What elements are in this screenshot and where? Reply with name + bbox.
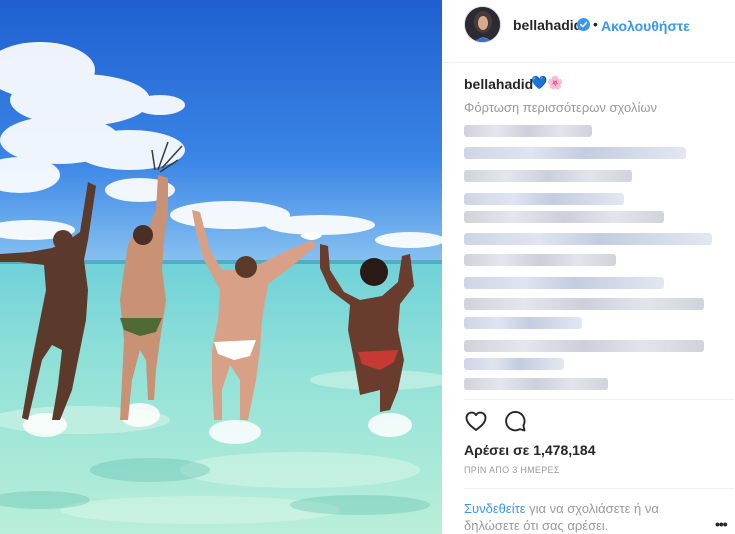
blurred-comment	[464, 254, 616, 266]
caption-text: 💙🌸	[531, 75, 563, 91]
caption-emoji-heart: 💙	[531, 75, 548, 90]
beach-photo-image	[0, 0, 442, 534]
post-photo[interactable]	[0, 0, 442, 534]
login-link[interactable]: Συνδεθείτε	[464, 501, 526, 516]
blurred-comment	[464, 358, 564, 370]
blurred-comment	[464, 125, 592, 137]
load-more-comments-link[interactable]: Φόρτωση περισσότερων σχολίων	[464, 100, 657, 115]
avatar-image	[465, 7, 500, 42]
comment-bubble-icon[interactable]	[503, 409, 527, 433]
post-header: bellahadid • Ακολουθήστε	[442, 0, 735, 63]
more-options-icon[interactable]: •••	[715, 516, 728, 532]
avatar[interactable]	[464, 6, 501, 43]
likes-count[interactable]: Αρέσει σε 1,478,184	[464, 442, 595, 458]
post-timestamp[interactable]: ΠΡΙΝ ΑΠΟ 3 ΗΜΕΡΕΣ	[464, 465, 560, 475]
login-prompt: Συνδεθείτε για να σχολιάσετε ή να δηλώσε…	[464, 500, 694, 534]
header-username[interactable]: bellahadid	[513, 17, 582, 33]
blurred-comment	[464, 170, 632, 182]
blurred-comment	[464, 147, 686, 159]
verified-badge-icon	[577, 18, 590, 31]
blurred-comment	[464, 340, 704, 352]
blurred-comment	[464, 193, 624, 205]
blurred-comment	[464, 378, 608, 390]
divider	[464, 488, 734, 489]
instagram-post: bellahadid • Ακολουθήστε bellahadid 💙🌸 Φ…	[0, 0, 735, 534]
caption-username[interactable]: bellahadid	[464, 76, 533, 92]
heart-outline-icon[interactable]	[464, 409, 488, 433]
blurred-comment	[464, 277, 664, 289]
post-sidebar: bellahadid • Ακολουθήστε bellahadid 💙🌸 Φ…	[442, 0, 735, 534]
blurred-comment	[464, 211, 664, 223]
blurred-comment	[464, 233, 712, 245]
header-separator: •	[593, 16, 598, 32]
divider	[464, 399, 734, 400]
follow-button[interactable]: Ακολουθήστε	[601, 18, 690, 34]
caption-emoji-flower: 🌸	[547, 75, 564, 90]
blurred-comment	[464, 317, 582, 329]
blurred-comment	[464, 298, 704, 310]
